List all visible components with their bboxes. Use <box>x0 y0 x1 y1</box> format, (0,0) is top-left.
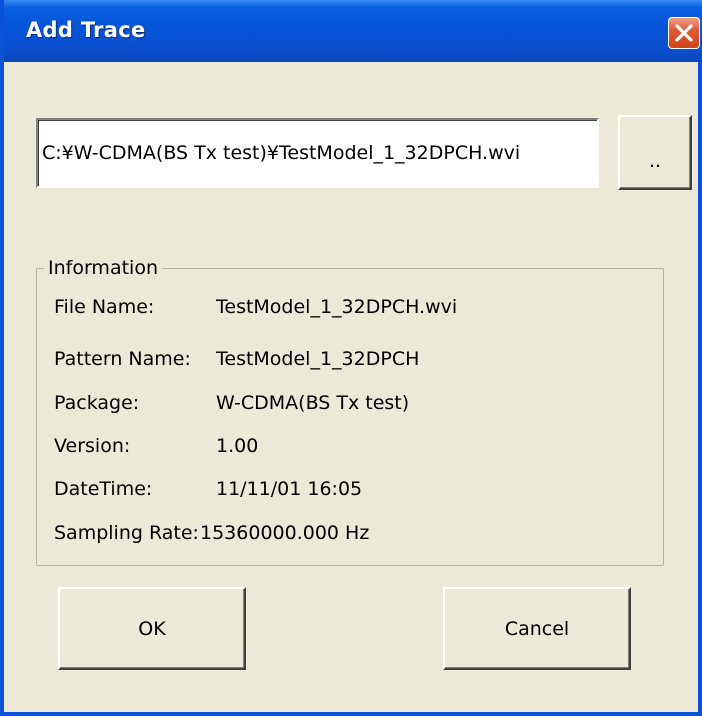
sampling-rate-value: 15360000.000 Hz <box>200 522 370 544</box>
datetime-value: 11/11/01 16:05 <box>216 478 363 500</box>
pattern-name-value: TestModel_1_32DPCH <box>216 348 420 370</box>
information-legend: Information <box>44 257 162 279</box>
ok-button[interactable]: OK <box>58 587 246 670</box>
file-path-input[interactable]: C:¥W-CDMA(BS Tx test)¥TestModel_1_32DPCH… <box>36 118 599 188</box>
package-label: Package: <box>54 392 140 414</box>
file-name-label: File Name: <box>54 296 155 318</box>
cancel-button[interactable]: Cancel <box>443 587 631 670</box>
package-value: W-CDMA(BS Tx test) <box>216 392 410 414</box>
datetime-label: DateTime: <box>54 478 153 500</box>
ok-button-label: OK <box>138 617 166 640</box>
file-name-value: TestModel_1_32DPCH.wvi <box>216 296 458 318</box>
close-icon <box>675 24 693 42</box>
sampling-rate-label: Sampling Rate: <box>54 522 199 544</box>
version-label: Version: <box>54 435 131 457</box>
browse-button[interactable]: .. <box>618 115 692 190</box>
pattern-name-label: Pattern Name: <box>54 348 191 370</box>
cancel-button-label: Cancel <box>504 617 570 640</box>
close-button[interactable] <box>668 17 700 49</box>
title-bar[interactable]: Add Trace <box>4 0 702 62</box>
version-value: 1.00 <box>216 435 259 457</box>
browse-button-label: .. <box>648 149 662 172</box>
window-title: Add Trace <box>26 18 146 42</box>
